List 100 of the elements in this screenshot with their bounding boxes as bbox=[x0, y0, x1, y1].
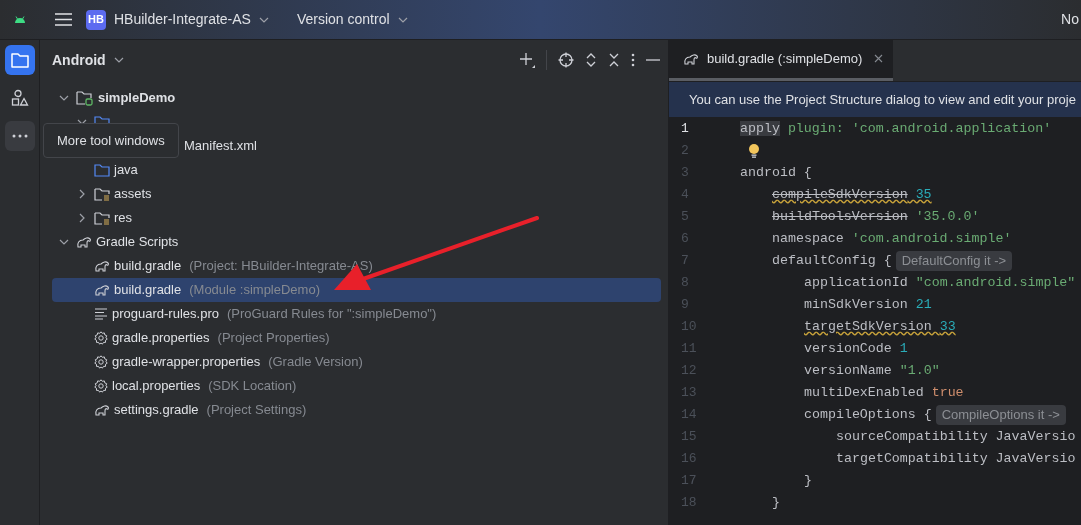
tree-label: proguard-rules.pro bbox=[112, 305, 219, 324]
tree-detail: (Gradle Version) bbox=[268, 353, 363, 372]
module-folder-icon bbox=[76, 90, 94, 106]
tree-row[interactable]: build.gradle (Module :simpleDemo) bbox=[52, 278, 661, 302]
tree-label: settings.gradle bbox=[114, 401, 199, 420]
tree-label: build.gradle bbox=[114, 257, 182, 276]
code-token: sourceCompatibility JavaVersio bbox=[836, 429, 1076, 445]
text-file-icon bbox=[94, 308, 108, 320]
tree-label: build.gradle bbox=[114, 281, 182, 300]
code-token: "com.android.simple" bbox=[915, 275, 1076, 291]
tree-row[interactable]: assets bbox=[52, 182, 661, 206]
collapse-chevron-icon[interactable] bbox=[77, 189, 87, 199]
shapes-icon bbox=[10, 89, 29, 107]
tooltip: More tool windows bbox=[43, 123, 179, 158]
resource-folder-icon bbox=[94, 211, 110, 225]
elephant-icon bbox=[94, 283, 110, 297]
tree-detail: (Project Settings) bbox=[206, 401, 307, 420]
gear-icon bbox=[94, 331, 108, 345]
tree-label: gradle.properties bbox=[112, 329, 210, 348]
tree-row[interactable]: proguard-rules.pro (ProGuard Rules for ":simpleDemo") bbox=[52, 302, 661, 326]
code-token: android { bbox=[740, 165, 812, 181]
tree-label: Gradle Scripts bbox=[96, 233, 179, 252]
code-token: } bbox=[804, 473, 812, 489]
code-token: } bbox=[772, 495, 780, 511]
tree-detail: (Project Properties) bbox=[217, 329, 330, 348]
view-selector[interactable]: Android bbox=[52, 49, 124, 71]
tree-label: assets bbox=[114, 185, 152, 204]
code-token: buildToolsVersion bbox=[772, 209, 908, 225]
tree-detail: (ProGuard Rules for ":simpleDemo") bbox=[226, 305, 437, 324]
tree-row[interactable]: build.gradle (Project: HBuilder-Integrate-AS) bbox=[52, 254, 661, 278]
code-token: compileSdkVersion bbox=[772, 187, 908, 203]
code-token: minSdkVersion bbox=[804, 297, 909, 313]
version-control-menu[interactable]: Version control bbox=[296, 9, 408, 30]
more-icon bbox=[10, 134, 29, 138]
tree-row[interactable]: java bbox=[52, 158, 661, 182]
close-icon[interactable] bbox=[874, 54, 884, 63]
caret-icon[interactable] bbox=[113, 55, 124, 65]
code-token: multiDexEnabled bbox=[804, 385, 925, 401]
expand-chevron-icon[interactable] bbox=[59, 237, 69, 247]
options-icon[interactable] bbox=[631, 52, 635, 68]
inlay-hint: CompileOptions it -> bbox=[935, 405, 1066, 425]
code-token: 33 bbox=[939, 319, 956, 335]
code-token: 1 bbox=[899, 341, 908, 357]
tree-row[interactable]: settings.gradle (Project Settings) bbox=[52, 398, 661, 422]
code-token: versionCode bbox=[804, 341, 893, 357]
collapse-all-icon[interactable] bbox=[608, 52, 620, 68]
code-token: namespace bbox=[772, 231, 845, 247]
code-token: true bbox=[931, 385, 964, 401]
gear-icon bbox=[94, 379, 108, 393]
code-token: apply bbox=[740, 121, 780, 137]
tool-window-button[interactable] bbox=[4, 45, 35, 75]
code-token: versionName bbox=[804, 363, 893, 379]
tree-row[interactable]: gradle-wrapper.properties (Gradle Version) bbox=[52, 350, 661, 374]
android-logo-icon bbox=[14, 15, 26, 24]
tree-row[interactable]: Gradle Scripts bbox=[52, 230, 661, 254]
info-banner: You can use the Project Structure dialog to view and edit your proje bbox=[669, 82, 1081, 117]
editor-tab[interactable]: build.gradle (:simpleDemo) bbox=[669, 40, 894, 81]
tree-detail: (Project: HBuilder-Integrate-AS) bbox=[189, 257, 373, 276]
code-token: 35 bbox=[914, 187, 932, 203]
tree-label: gradle-wrapper.properties bbox=[112, 353, 261, 372]
folder-icon bbox=[94, 163, 110, 177]
tree-label: local.properties bbox=[112, 377, 201, 396]
code-token: 'com.android.simple' bbox=[851, 231, 1012, 247]
line-number: 1 bbox=[680, 120, 690, 139]
code-token: defaultConfig { bbox=[772, 253, 892, 269]
code-token: '35.0.0' bbox=[914, 209, 980, 225]
tree-detail: (Module :simpleDemo) bbox=[189, 281, 320, 300]
tree-label: simpleDemo bbox=[98, 89, 176, 108]
inlay-hint: DefaultConfig it -> bbox=[895, 251, 1013, 271]
code-token: "1.0" bbox=[899, 363, 940, 379]
menu-icon bbox=[55, 13, 72, 26]
project-switcher[interactable]: HB HBuilder-Integrate-AS bbox=[86, 9, 269, 30]
code-token: targetCompatibility JavaVersio bbox=[836, 451, 1076, 467]
tree-row[interactable]: simpleDemo bbox=[52, 86, 661, 110]
elephant-icon bbox=[94, 403, 110, 417]
resource-folder-icon bbox=[94, 187, 110, 201]
expand-all-icon[interactable] bbox=[585, 52, 597, 68]
code-token: plugin: 'com.android.application' bbox=[786, 121, 1052, 137]
code-token: applicationId bbox=[804, 275, 909, 291]
elephant-icon bbox=[683, 51, 699, 66]
elephant-icon bbox=[94, 259, 110, 273]
code-token: 21 bbox=[915, 297, 932, 313]
tree-row[interactable]: res bbox=[52, 206, 661, 230]
tree-label: java bbox=[114, 161, 138, 180]
add-icon[interactable] bbox=[519, 52, 535, 68]
collapse-chevron-icon[interactable] bbox=[77, 213, 87, 223]
tree-row[interactable]: local.properties (SDK Location) bbox=[52, 374, 661, 398]
toolbar-text: No bbox=[1061, 10, 1079, 29]
folder-icon bbox=[10, 52, 29, 68]
tab-label: build.gradle (:simpleDemo) bbox=[707, 49, 863, 68]
code-token: compileOptions { bbox=[804, 407, 932, 423]
gear-icon bbox=[94, 355, 108, 369]
expand-chevron-icon[interactable] bbox=[59, 93, 69, 103]
project-badge: HB bbox=[86, 9, 106, 30]
elephant-icon bbox=[76, 235, 92, 249]
code-token: targetSdkVersion bbox=[804, 319, 933, 335]
tree-detail: (SDK Location) bbox=[208, 377, 297, 396]
tree-label: res bbox=[114, 209, 133, 228]
crosshair-icon[interactable] bbox=[558, 52, 574, 68]
tree-row[interactable]: gradle.properties (Project Properties) bbox=[52, 326, 661, 350]
